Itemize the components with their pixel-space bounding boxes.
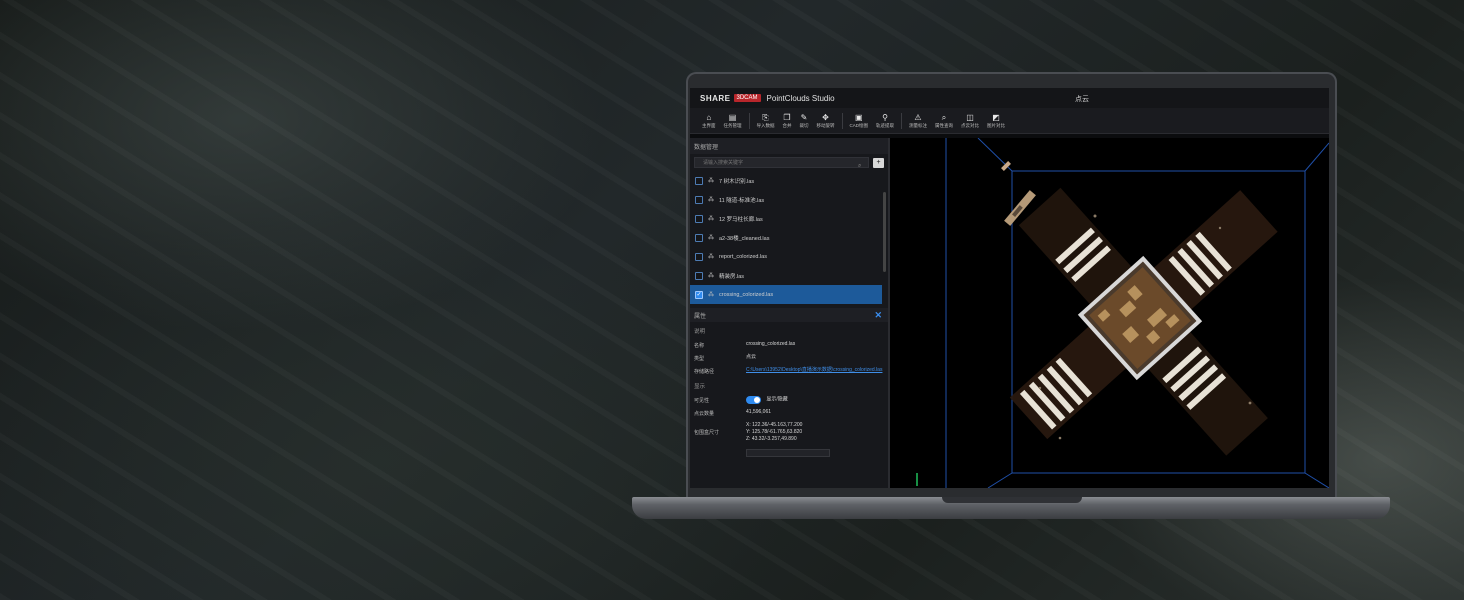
query-icon: ⌕ [941,112,947,122]
toolbar-divider [841,112,843,129]
merge-button[interactable]: ❐ 合并 [779,109,796,133]
crop-button[interactable]: ✎ 裁切 [796,109,813,133]
data-panel: 数据管理 + ⌕ ⁂ 7 树木识别.las ⁂ 11 隧道-标准池.las ⁂ … [690,138,888,488]
home-icon: ⌂ [706,112,712,122]
toolbar: ⌂ 主界面 ▤ 任务管理 ⎘ 导入数据 ❐ 合并 ✎ 裁切 ✥ 移动旋转 ▣ C… [690,108,1329,134]
point-cloud-icon: ⁂ [708,292,714,298]
prop-type-row: 类型 点云 [694,354,757,362]
title-bar: SHARE 3DCAM PointClouds Studio 点云 [690,88,1329,108]
app-logo: SHARE [700,93,731,103]
file-checkbox[interactable] [695,176,703,185]
task-icon: ▤ [728,112,737,122]
point-cloud-icon: ⁂ [708,197,714,203]
file-checkbox[interactable] [695,271,703,280]
list-item[interactable]: ⁂ 7 树木识别.las [690,171,882,190]
file-checkbox[interactable] [695,214,703,223]
list-item-selected[interactable]: ✓ ⁂ crossing_colorized.las [690,285,882,304]
list-item[interactable]: ⁂ 12 罗马柱长廊.las [690,209,882,228]
point-cloud-icon: ⁂ [708,235,714,241]
list-item[interactable]: ⁂ 11 隧道-标准池.las [690,190,882,209]
list-item[interactable]: ⁂ a2-38楼_cleaned.las [690,228,882,247]
measure-icon: ⚠ [914,112,922,122]
search-icon: ⌕ [858,163,862,169]
import-icon: ⎘ [762,112,769,122]
search-input[interactable] [694,157,869,168]
import-button[interactable]: ⎘ 导入数据 [753,109,779,133]
home-button[interactable]: ⌂ 主界面 [698,109,720,133]
data-panel-title: 数据管理 [690,138,888,154]
merge-icon: ❐ [783,112,791,122]
toolbar-divider [901,112,903,129]
file-list-scrollbar[interactable] [883,192,886,272]
point-cloud-render [916,137,1329,488]
prop-visibility-row: 可见性 显示/隐藏 [694,396,788,404]
point-cloud-icon: ⁂ [708,216,714,222]
task-manage-button[interactable]: ▤ 任务管理 [720,109,746,133]
prop-path-row: 存储路径 C:\Users\13952\Desktop\直播演示数据\cross… [694,366,884,375]
file-path-link[interactable]: C:\Users\13952\Desktop\直播演示数据\crossing_c… [746,366,884,375]
list-item[interactable]: ⁂ 精装房.las [690,266,882,285]
cad-icon: ▣ [854,112,863,122]
file-list: ⁂ 7 树木识别.las ⁂ 11 隧道-标准池.las ⁂ 12 罗马柱长廊.… [690,171,888,304]
move-rotate-button[interactable]: ✥ 移动旋转 [813,109,839,133]
trajectory-button[interactable]: ⚲ 轨迹提取 [872,109,898,133]
prop-name-row: 名称 crossing_colorized.las [694,341,796,349]
close-icon[interactable]: ✕ [874,310,882,321]
move-icon: ✥ [822,112,829,122]
cad-draw-button[interactable]: ▣ CAD绘图 [846,109,873,133]
laptop-notch [942,497,1082,503]
point-cloud-scene [1001,161,1278,456]
laptop-screen: SHARE 3DCAM PointClouds Studio 点云 ⌂ 主界面 … [690,88,1329,488]
visibility-toggle[interactable] [746,396,761,404]
list-item[interactable]: ⁂ report_colorized.las [690,247,882,266]
prop-bbox-row: 包围盒尺寸 X: 122.36/-45.163,77.200 Y: 125.78… [694,422,803,443]
file-checkbox-checked[interactable]: ✓ [695,290,703,299]
point-cloud-icon: ⁂ [708,178,714,184]
app-logo-badge: 3DCAM [733,94,761,102]
trajectory-icon: ⚲ [882,112,888,122]
measure-button[interactable]: ⚠ 测量标注 [905,109,931,133]
section-display: 显示 [694,384,706,390]
file-checkbox[interactable] [695,233,703,242]
truncated-field [746,449,830,458]
point-cloud-viewport[interactable] [890,137,1329,488]
crop-icon: ✎ [800,112,808,122]
cloud-compare-button[interactable]: ◫ 点云对比 [957,109,983,133]
image-compare-button[interactable]: ◩ 图片对比 [983,109,1009,133]
section-description: 说明 [694,329,706,335]
folder-plus-icon: + [876,159,881,166]
window-title: 点云 [1075,96,1089,103]
toolbar-divider [748,112,750,129]
image-compare-icon: ◩ [992,112,1000,122]
prop-count-row: 点云数量 41,596,061 [694,409,772,418]
compare-icon: ◫ [966,112,974,122]
properties-title: 属性 [694,313,707,320]
file-checkbox[interactable] [695,252,703,261]
query-button[interactable]: ⌕ 属性查询 [931,109,957,133]
file-checkbox[interactable] [695,195,703,204]
add-folder-button[interactable]: + [873,157,884,168]
point-cloud-icon: ⁂ [708,273,714,279]
point-cloud-icon: ⁂ [708,254,714,260]
app-name: PointClouds Studio [766,93,835,103]
properties-header: 属性 ✕ [690,308,888,322]
